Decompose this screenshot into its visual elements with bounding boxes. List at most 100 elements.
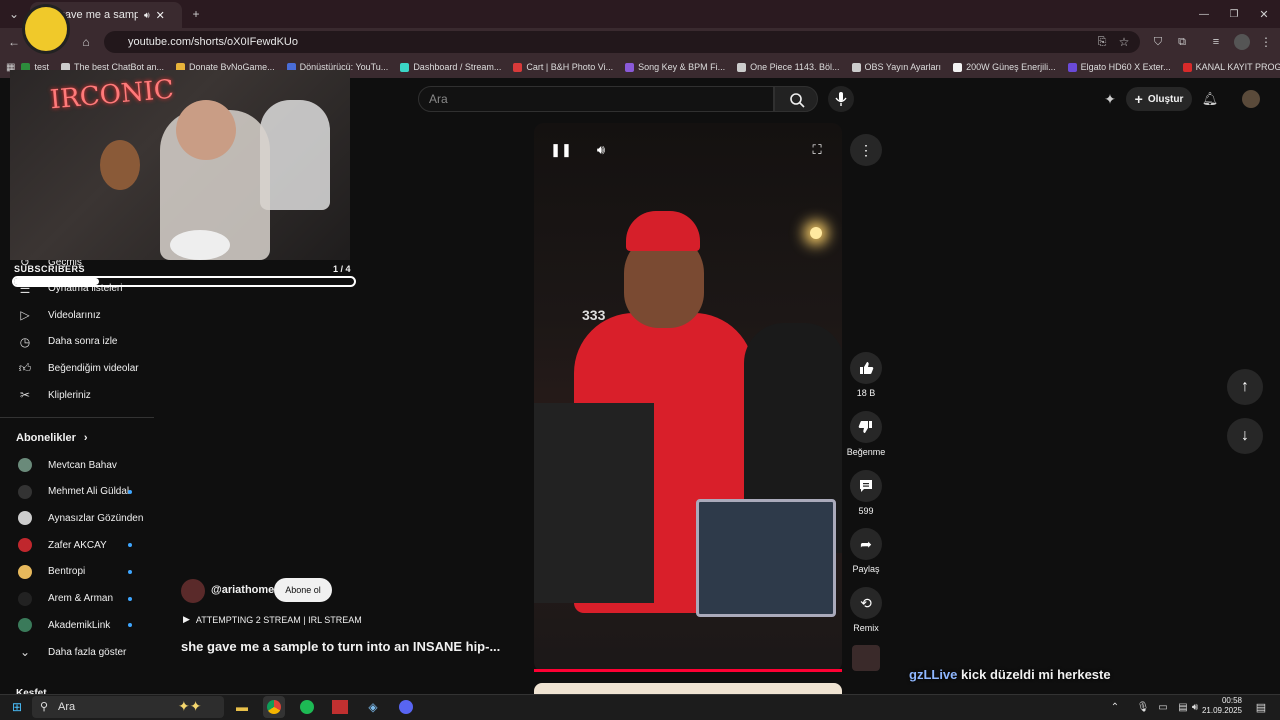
menu-icon[interactable]: ⋮ xyxy=(1256,32,1276,52)
tab-list-icon[interactable]: ⌄ xyxy=(4,4,24,24)
dislike-label: Beğenme xyxy=(846,447,886,457)
chevron-right-icon: › xyxy=(83,432,88,444)
previous-short-button[interactable]: ↑ xyxy=(1227,369,1263,405)
like-button[interactable] xyxy=(850,352,882,384)
tray-overflow-icon[interactable]: ⌃ xyxy=(1104,696,1126,718)
notifications-bell-icon[interactable]: 🔔︎ xyxy=(1200,89,1220,109)
fullscreen-icon[interactable]: ⛶ xyxy=(806,139,828,161)
spotify-icon[interactable] xyxy=(296,696,318,718)
playlist-link[interactable]: ▶ ATTEMPTING 2 STREAM | IRL STREAM xyxy=(183,614,362,625)
create-button[interactable]: + Oluştur xyxy=(1126,87,1192,111)
bookmark-item[interactable]: Elgato HD60 X Exter... xyxy=(1062,62,1177,72)
search-button[interactable] xyxy=(774,86,818,112)
remix-button[interactable]: ⟲ xyxy=(850,587,882,619)
new-tab-icon[interactable]: + xyxy=(186,4,206,24)
taskbar-search[interactable]: ⚲ Ara ✦✦ xyxy=(32,696,224,718)
subscription-item[interactable]: Bentropi xyxy=(0,559,154,585)
bookmark-star-icon[interactable]: ☆ xyxy=(1114,32,1134,52)
subscription-item[interactable]: Mehmet Ali Güldal xyxy=(0,479,154,505)
bookmark-item[interactable]: Dashboard / Stream... xyxy=(394,62,507,72)
subscribers-goal-fill xyxy=(14,278,99,285)
sidebar-divider xyxy=(0,417,154,418)
bookmark-item[interactable]: One Piece 1143. Böl... xyxy=(731,62,845,72)
search-icon xyxy=(790,93,805,108)
subscription-item[interactable]: Aynasızlar Gözünden xyxy=(0,505,154,531)
share-button[interactable]: ➦ xyxy=(850,528,882,560)
app-diamond-icon[interactable]: ◈ xyxy=(362,696,384,718)
subscription-item[interactable]: AkademikLink xyxy=(0,612,154,638)
tab-close-icon[interactable]: ✕ xyxy=(156,9,165,22)
subscription-label: Mevtcan Bahav xyxy=(48,459,117,471)
mic-icon xyxy=(835,92,847,106)
media-control-icon[interactable]: ≡ xyxy=(1206,32,1226,52)
audio-thumbnail[interactable] xyxy=(852,645,880,671)
restore-icon[interactable]: ❐ xyxy=(1224,4,1244,24)
bookmark-item[interactable]: Cart | B&H Photo Vi... xyxy=(507,62,619,72)
channel-avatar xyxy=(18,564,32,579)
voicemeeter-icon[interactable] xyxy=(329,696,351,718)
account-avatar[interactable] xyxy=(1242,90,1260,108)
sidebar-item[interactable]: ✂ Klipleriniz xyxy=(0,382,154,408)
sidebar-item-label: Beğendiğim videolar xyxy=(48,362,139,374)
notification-center-icon[interactable]: ▤ xyxy=(1250,696,1272,718)
arrow-down-icon: ↓ xyxy=(1241,427,1249,444)
address-bar[interactable]: youtube.com/shorts/oX0IFewdKUo xyxy=(104,31,1140,53)
video-icon: ▷ xyxy=(20,308,30,323)
extensions-icon[interactable]: ⧉ xyxy=(1172,32,1192,52)
bookmark-item[interactable]: KANAL KAYIT PROG... xyxy=(1177,62,1280,72)
subscription-item[interactable]: Zafer AKCAY xyxy=(0,532,154,558)
volume-icon[interactable]: 🔊︎ xyxy=(590,139,612,161)
video-overlay-text: 333 xyxy=(582,307,606,323)
windows-start-icon[interactable]: ⊞ xyxy=(6,696,28,718)
bookmark-label: Song Key & BPM Fi... xyxy=(638,62,726,72)
close-window-icon[interactable]: ✕ xyxy=(1254,4,1274,24)
subscription-item[interactable]: Arem & Arman xyxy=(0,586,154,612)
subscribe-button[interactable]: Abone ol xyxy=(274,578,332,602)
back-icon[interactable]: ← xyxy=(4,32,24,52)
search-input[interactable]: Ara xyxy=(418,86,774,112)
bookmark-favicon-icon xyxy=(851,62,861,72)
sidebar-item[interactable]: ◷ Daha sonra izle xyxy=(0,329,154,355)
speaker-icon[interactable]: 🔊︎ xyxy=(144,10,150,21)
youtube-studio-icon[interactable]: ✦ xyxy=(1100,89,1120,109)
bookmark-label: KANAL KAYIT PROG... xyxy=(1195,62,1280,72)
shield-icon[interactable]: ⛉ xyxy=(1148,32,1168,52)
channel-avatar[interactable] xyxy=(181,579,205,603)
discord-icon[interactable] xyxy=(395,696,417,718)
next-short-button[interactable]: ↓ xyxy=(1227,418,1263,454)
bookmark-favicon-icon xyxy=(737,62,747,72)
plate xyxy=(170,230,230,260)
taskbar-search-icon: ⚲ xyxy=(40,701,49,713)
channel-avatar xyxy=(18,591,32,606)
minimize-icon[interactable]: — xyxy=(1194,4,1214,24)
pause-icon[interactable]: ❚❚ xyxy=(550,139,572,161)
sidebar-item[interactable]: ▷ Videolarınız xyxy=(0,302,154,328)
channel-name[interactable]: @ariathome xyxy=(211,584,274,596)
taskbar-clock[interactable]: 00:58 21.09.2025 xyxy=(1198,696,1242,716)
bookmark-item[interactable]: Song Key & BPM Fi... xyxy=(619,62,731,72)
show-more-button[interactable]: ⌄ Daha fazla göster xyxy=(0,639,154,665)
dislike-button[interactable] xyxy=(850,411,882,443)
more-options-button[interactable]: ⋮ xyxy=(850,134,882,166)
install-app-icon[interactable]: ⎘ xyxy=(1092,32,1112,52)
channel-avatar xyxy=(18,618,32,633)
bookmark-item[interactable]: OBS Yayın Ayarları xyxy=(846,62,948,72)
video-progress-bar[interactable] xyxy=(534,669,842,672)
subscriptions-heading[interactable]: Abonelikler › xyxy=(16,432,88,444)
mic-tray-icon[interactable]: 🎙︎ xyxy=(1132,696,1154,718)
profile-avatar[interactable] xyxy=(1234,34,1250,50)
home-icon[interactable]: ⌂ xyxy=(76,32,96,52)
comments-button[interactable] xyxy=(850,470,882,502)
stream-chat-message: gzLLive kick düzeldi mi herkeste xyxy=(909,667,1111,682)
subscription-item[interactable]: Mevtcan Bahav xyxy=(0,452,154,478)
sidebar-item[interactable]: 👍︎ Beğendiğim videolar xyxy=(0,355,154,381)
short-video-player[interactable]: 333 ❚❚ 🔊︎ ⛶ xyxy=(534,123,842,672)
chrome-icon[interactable] xyxy=(263,696,285,718)
bookmark-item[interactable]: 200W Güneş Enerjili... xyxy=(947,62,1062,72)
subscription-label: AkademikLink xyxy=(48,619,111,631)
display-tray-icon[interactable]: ▭ xyxy=(1152,696,1174,718)
subscribers-count: 1 / 4 xyxy=(333,264,351,274)
voice-search-button[interactable] xyxy=(828,86,854,112)
file-explorer-icon[interactable]: ▬ xyxy=(231,696,253,718)
short-title[interactable]: she gave me a sample to turn into an INS… xyxy=(181,639,500,654)
